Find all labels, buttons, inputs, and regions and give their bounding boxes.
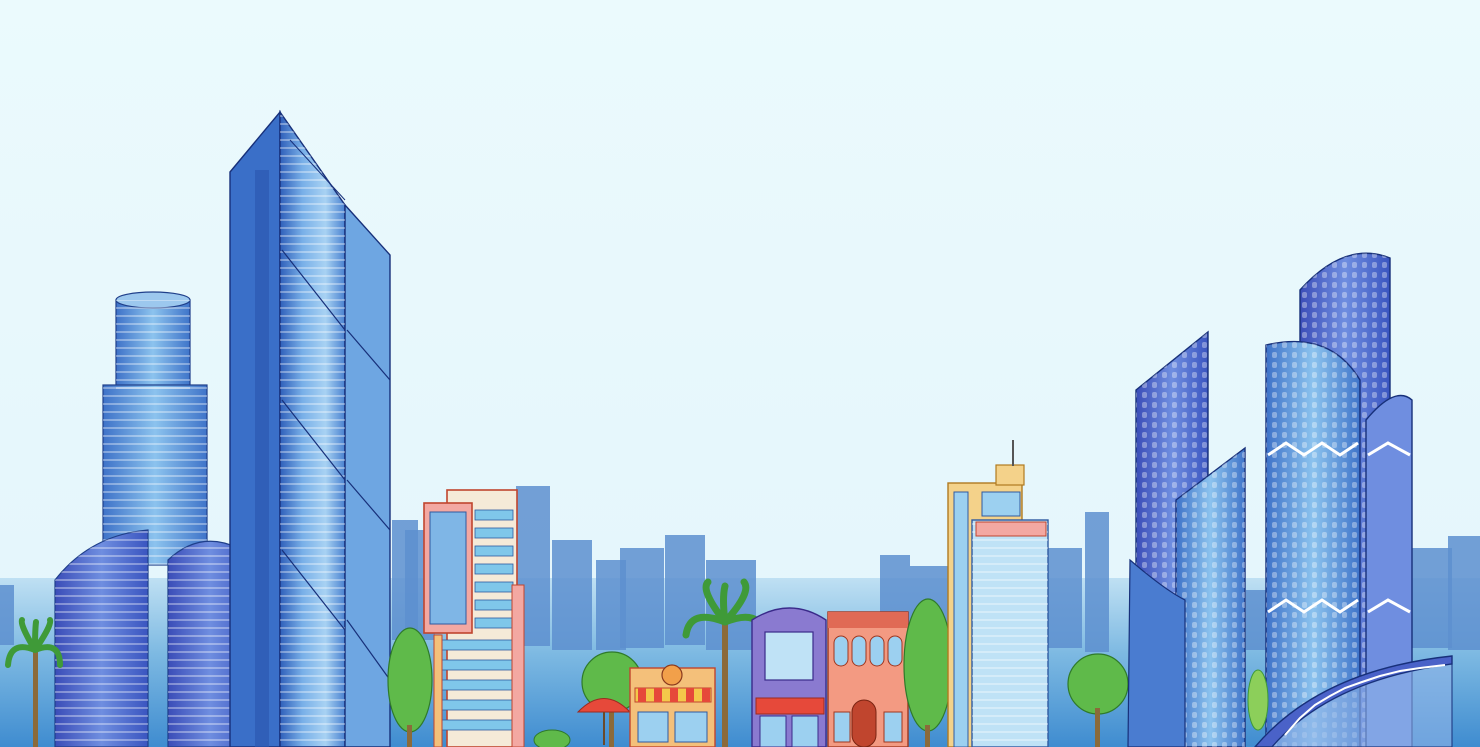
striped-office-building [423, 489, 525, 747]
cafe-building [629, 664, 716, 747]
red-brick-building [827, 611, 909, 747]
shrub [533, 729, 571, 747]
watercolor-city-skyline [0, 0, 1480, 747]
purple-house [751, 607, 827, 747]
skyline-illustration [0, 0, 1480, 747]
shrub-right [1247, 669, 1269, 731]
